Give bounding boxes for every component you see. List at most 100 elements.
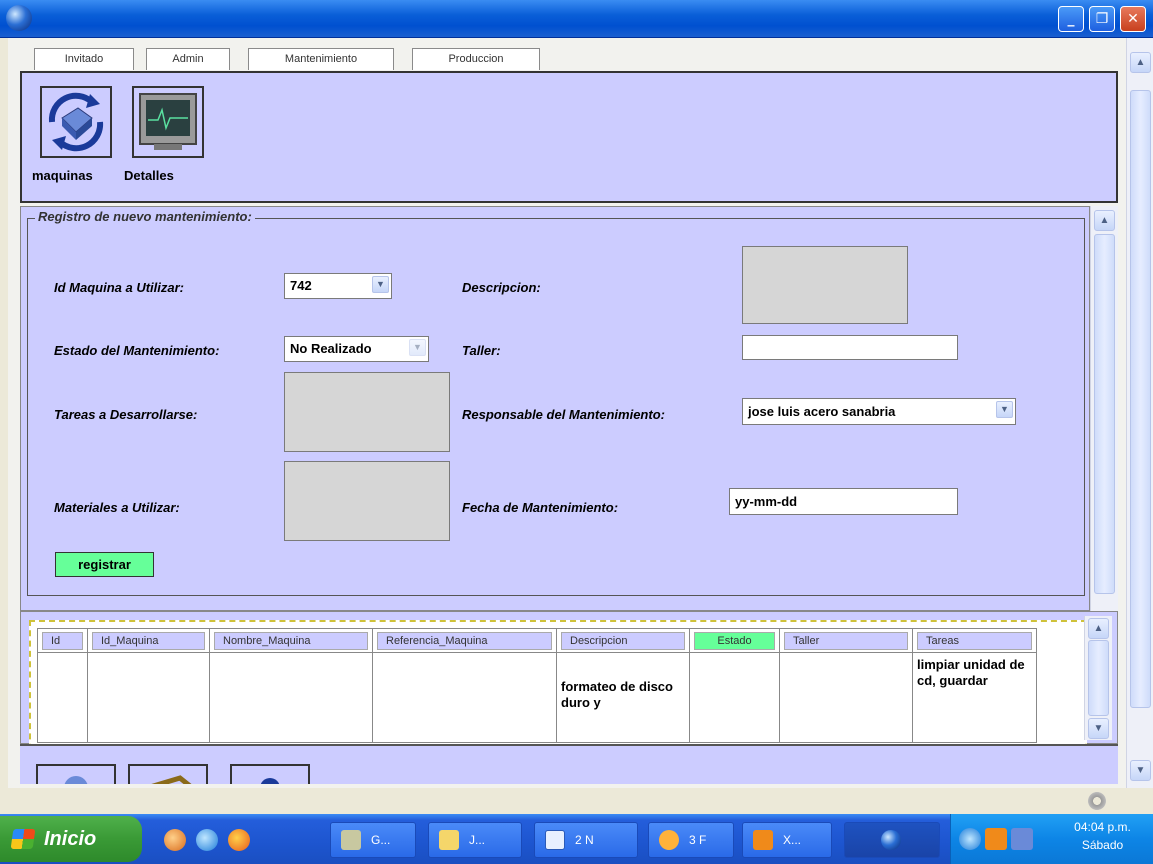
taskbar: Inicio G... J... 2 N 3 F X... 04:04 p.m.… [0,814,1153,864]
descripcion-textarea[interactable] [742,246,908,324]
taller-label: Taller: [462,343,501,358]
cell-id-maquina[interactable] [87,652,210,743]
taskbar-button-4[interactable]: 3 F [648,822,734,858]
network-icon[interactable] [1011,828,1033,850]
cell-referencia[interactable] [372,652,557,743]
xampp-tray-icon[interactable] [985,828,1007,850]
details-icon-button[interactable] [132,86,204,158]
tab-mantenimiento[interactable]: Mantenimiento [248,48,394,70]
start-label: Inicio [44,828,97,850]
app-icon [341,830,361,850]
responsable-label: Responsable del Mantenimiento: [462,407,665,422]
bottom-tool-button-1[interactable] [36,764,116,784]
cell-descripcion[interactable]: formateo de disco duro y [556,652,690,743]
fecha-input[interactable]: yy-mm-dd [729,488,958,515]
chevron-down-icon[interactable]: ▼ [372,276,389,293]
tab-invitado[interactable]: Invitado [34,48,134,70]
id-maquina-select[interactable]: 742 ▼ [284,273,392,299]
tool-icon [64,776,88,784]
estado-select[interactable]: No Realizado ▼ [284,336,429,362]
tray-expand-icon[interactable] [959,828,981,850]
table-container: Id Id_Maquina Nombre_Maquina Referencia_… [29,620,1087,760]
materiales-textarea[interactable] [284,461,450,541]
gear-icon[interactable] [1088,792,1106,810]
tab-admin[interactable]: Admin [146,48,230,70]
responsable-value: jose luis acero sanabria [748,404,896,419]
maintenance-table: Id Id_Maquina Nombre_Maquina Referencia_… [37,628,1037,743]
col-header-estado[interactable]: Estado [689,628,780,653]
quicklaunch-app-icon[interactable] [164,829,186,851]
cell-id[interactable] [37,652,88,743]
table-header-row: Id Id_Maquina Nombre_Maquina Referencia_… [37,628,1037,653]
form-legend: Registro de nuevo mantenimiento: [35,209,255,224]
taskbar-button-5[interactable]: X... [742,822,832,858]
id-maquina-label: Id Maquina a Utilizar: [54,280,185,295]
cell-taller[interactable] [779,652,913,743]
bottom-tool-button-3[interactable] [230,764,310,784]
xampp-icon [753,830,773,850]
estado-label: Estado del Mantenimiento: [54,343,220,358]
col-header-tareas[interactable]: Tareas [912,628,1037,653]
table-row[interactable]: formateo de disco duro y limpiar unidad … [37,652,1037,743]
scroll-up-icon[interactable]: ▲ [1130,52,1151,73]
registrar-button[interactable]: registrar [55,552,154,577]
clock[interactable]: 04:04 p.m. Sábado [1055,818,1150,854]
col-header-referencia-maquina[interactable]: Referencia_Maquina [372,628,557,653]
materiales-label: Materiales a Utilizar: [54,500,180,515]
chevron-down-icon[interactable]: ▼ [409,339,426,356]
responsable-select[interactable]: jose luis acero sanabria ▼ [742,398,1016,425]
tareas-textarea[interactable] [284,372,450,452]
estado-value: No Realizado [290,341,372,356]
col-header-nombre-maquina[interactable]: Nombre_Maquina [209,628,373,653]
scroll-up-icon[interactable]: ▲ [1088,618,1109,639]
form-scrollbar[interactable]: ▲ [1090,206,1118,611]
clock-time: 04:04 p.m. [1074,820,1131,834]
fecha-label: Fecha de Mantenimiento: [462,500,619,515]
machines-icon-button[interactable] [40,86,112,158]
app-frame: Invitado Admin Mantenimiento Produccion [8,38,1126,788]
machines-label: maquinas [32,168,93,183]
cell-nombre[interactable] [209,652,373,743]
window-scrollbar[interactable]: ▲ ▼ [1126,38,1153,788]
table-panel: Id Id_Maquina Nombre_Maquina Referencia_… [20,611,1118,760]
maintenance-form-panel: Registro de nuevo mantenimiento: Id Maqu… [20,206,1090,611]
internet-explorer-icon[interactable] [196,829,218,851]
machines-icon [48,92,104,152]
scroll-down-icon[interactable]: ▼ [1088,718,1109,739]
tareas-label: Tareas a Desarrollarse: [54,407,198,422]
descripcion-label: Descripcion: [462,280,541,295]
window-scroll-thumb[interactable] [1130,90,1151,708]
form-scroll-thumb[interactable] [1094,234,1115,594]
table-scrollbar[interactable]: ▲ ▼ [1084,616,1112,740]
taller-input[interactable] [742,335,958,360]
app-globe-icon[interactable] [6,5,32,31]
taskbar-button-1[interactable]: G... [330,822,416,858]
bottom-tool-button-2[interactable] [128,764,208,784]
taskbar-button-3[interactable]: 2 N [534,822,638,858]
minimize-button[interactable]: _ [1058,6,1084,32]
firefox-icon [659,830,679,850]
taskbar-button-2[interactable]: J... [428,822,522,858]
start-button[interactable]: Inicio [0,816,142,862]
tab-produccion[interactable]: Produccion [412,48,540,70]
taskbar-button-active[interactable] [844,822,940,858]
globe-icon [260,778,280,784]
col-header-descripcion[interactable]: Descripcion [556,628,690,653]
col-header-id-maquina[interactable]: Id_Maquina [87,628,210,653]
cell-tareas[interactable]: limpiar unidad de cd, guardar [912,652,1037,743]
chevron-down-icon[interactable]: ▼ [996,401,1013,418]
firefox-icon[interactable] [228,829,250,851]
windows-flag-icon [10,829,36,849]
col-header-id[interactable]: Id [37,628,88,653]
scroll-down-icon[interactable]: ▼ [1130,760,1151,781]
status-row [0,788,1153,814]
details-label: Detalles [124,168,174,183]
maximize-button[interactable]: ❐ [1089,6,1115,32]
monitor-icon [139,93,197,150]
table-scroll-thumb[interactable] [1088,640,1109,716]
cell-estado[interactable] [689,652,780,743]
scroll-up-icon[interactable]: ▲ [1094,210,1115,231]
clock-day: Sábado [1081,838,1124,852]
close-button[interactable]: ✕ [1120,6,1146,32]
col-header-taller[interactable]: Taller [779,628,913,653]
